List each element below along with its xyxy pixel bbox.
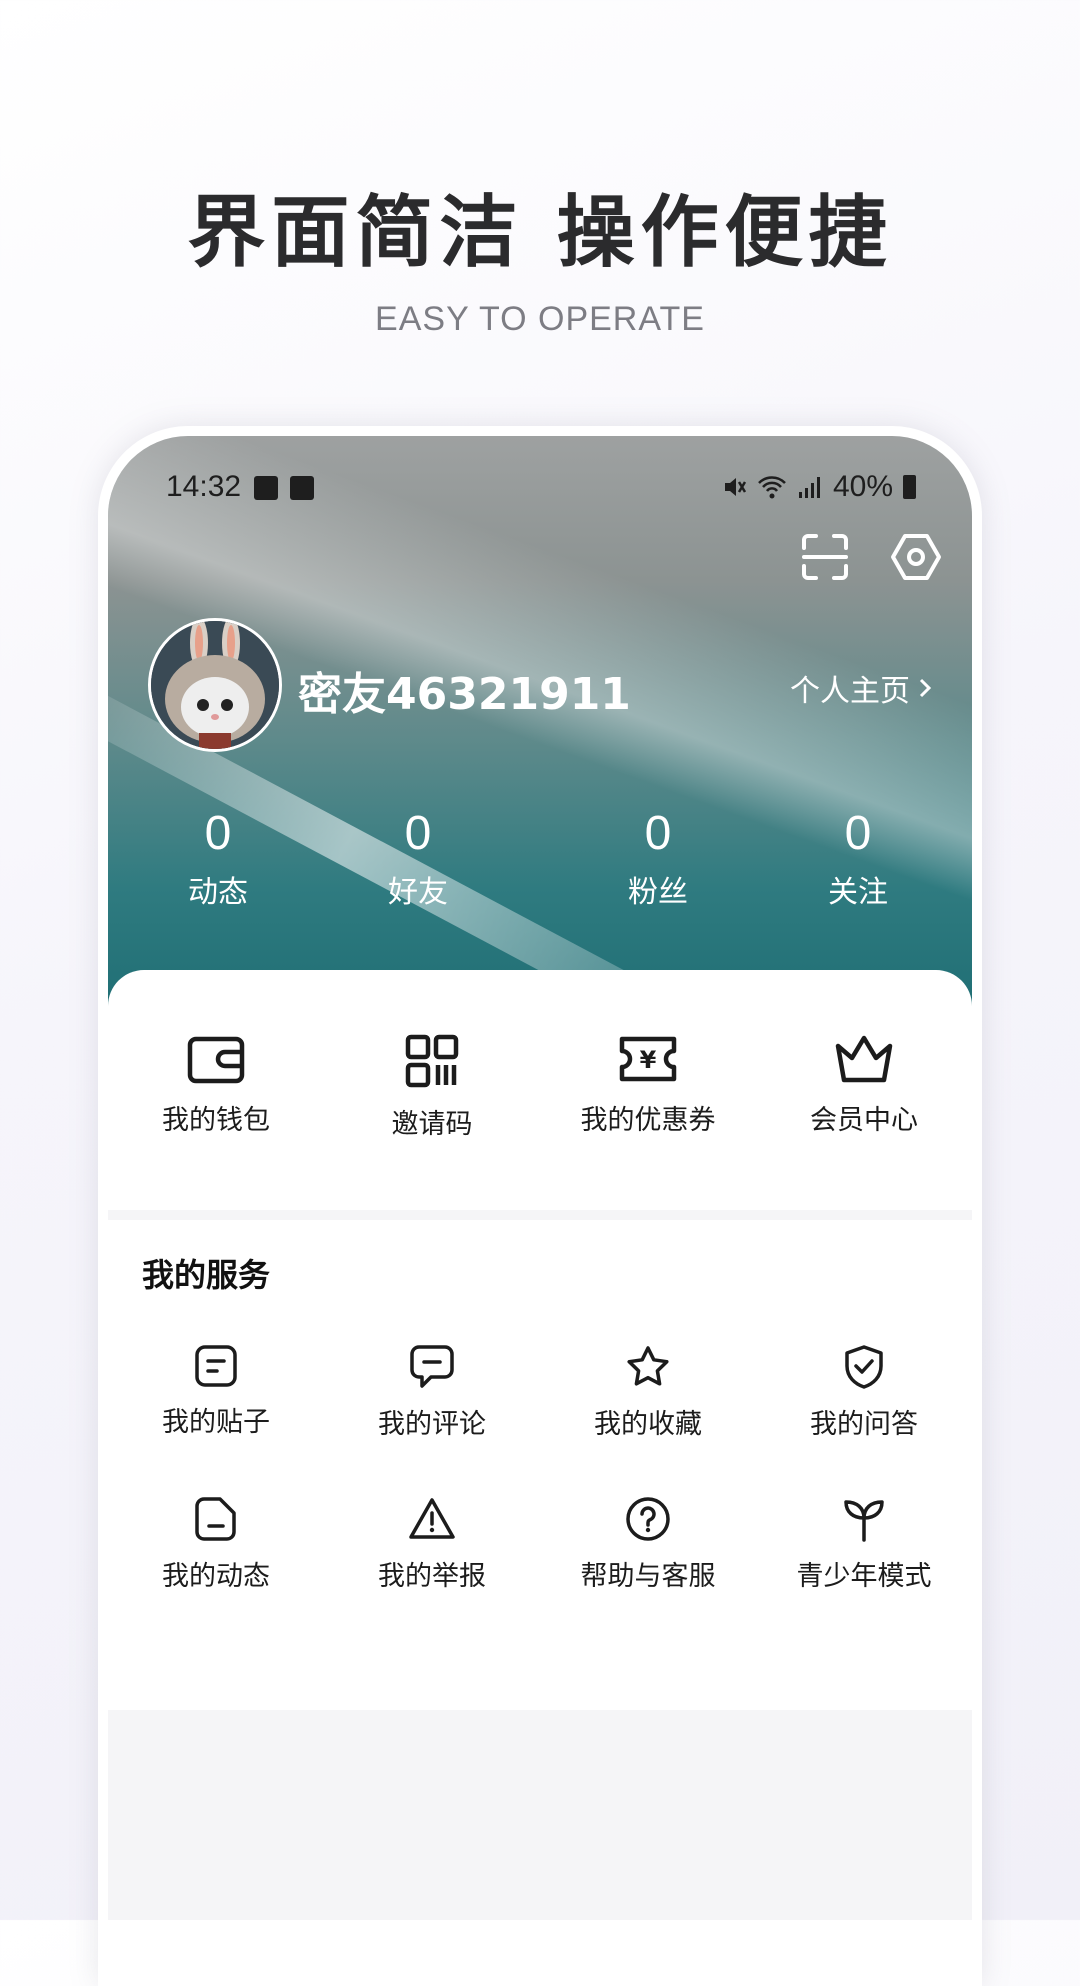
service-label: 青少年模式	[796, 1561, 932, 1592]
settings-icon[interactable]	[890, 532, 942, 582]
mute-icon	[724, 478, 747, 496]
quick-actions-card: 我的钱包 邀请码 ¥ 我的优惠券 会员中心	[108, 970, 972, 1210]
stat-label: 粉丝	[628, 875, 688, 910]
coupon-button[interactable]: ¥ 我的优惠券	[548, 1034, 748, 1137]
stat-following[interactable]: 0 关注	[778, 806, 938, 911]
quick-action-label: 我的优惠券	[580, 1105, 716, 1136]
stat-value: 0	[644, 807, 672, 860]
stat-posts[interactable]: 0 动态	[138, 806, 298, 911]
stat-value: 0	[844, 807, 872, 860]
personal-homepage-link[interactable]: 个人主页	[790, 666, 932, 710]
scan-icon[interactable]	[800, 532, 850, 582]
stat-fans[interactable]: 0 粉丝	[578, 806, 738, 911]
my-favorites-button[interactable]: 我的收藏	[548, 1344, 748, 1441]
status-right-group: 40%	[721, 470, 916, 504]
promo-subtitle: EASY TO OPERATE	[375, 300, 705, 338]
status-time: 14:32	[166, 470, 242, 503]
stat-value: 0	[204, 807, 232, 860]
my-posts-button[interactable]: 我的贴子	[116, 1344, 316, 1439]
chevron-right-icon	[919, 678, 932, 698]
avatar[interactable]	[148, 618, 282, 752]
wifi-icon	[758, 476, 786, 499]
bunny-avatar-image	[151, 621, 279, 749]
wallet-icon	[187, 1036, 245, 1084]
invite-code-button[interactable]: 邀请码	[332, 1034, 532, 1141]
stat-value: 0	[404, 807, 432, 860]
profile-header-background: 14:32 40% 密友46321911 个人主页 0 动态 0 好友 0 粉丝…	[108, 436, 972, 1117]
my-services-section: 我的服务 我的贴子 我的评论 我的收藏 我的问答 我的动态 我的举报 帮助与客服…	[108, 1220, 972, 1710]
quick-action-label: 邀请码	[391, 1109, 473, 1140]
services-title: 我的服务	[142, 1256, 271, 1294]
service-label: 我的收藏	[594, 1409, 702, 1440]
shield-check-icon	[845, 1345, 883, 1389]
personal-homepage-label: 个人主页	[790, 674, 910, 709]
star-icon	[627, 1346, 669, 1386]
post-icon	[195, 1345, 237, 1387]
teen-mode-button[interactable]: 青少年模式	[764, 1496, 964, 1593]
stat-label: 好友	[388, 875, 448, 910]
quick-action-label: 我的钱包	[162, 1105, 270, 1136]
help-support-button[interactable]: 帮助与客服	[548, 1496, 748, 1593]
profile-stats: 0 动态 0 好友 0 粉丝 0 关注	[108, 806, 972, 916]
phone-screen: 14:32 40% 密友46321911 个人主页 0 动态 0 好友 0 粉丝…	[108, 436, 972, 1920]
signal-icon	[798, 477, 820, 498]
svg-text:¥: ¥	[640, 1046, 657, 1074]
stat-label: 关注	[828, 875, 888, 910]
crown-icon	[835, 1035, 893, 1083]
sprout-icon	[844, 1500, 884, 1542]
my-comments-button[interactable]: 我的评论	[332, 1344, 532, 1441]
service-label: 我的问答	[810, 1409, 918, 1440]
my-reports-button[interactable]: 我的举报	[332, 1496, 532, 1593]
service-label: 我的动态	[162, 1561, 270, 1592]
checkbox-notification-icon	[290, 476, 314, 500]
promo-title: 界面简洁 操作便捷	[187, 188, 893, 278]
stat-label: 动态	[188, 875, 248, 910]
help-icon	[626, 1497, 670, 1541]
header-actions	[800, 532, 942, 582]
document-icon	[195, 1497, 236, 1541]
service-label: 我的贴子	[162, 1407, 270, 1438]
stat-friends[interactable]: 0 好友	[338, 806, 498, 911]
status-bar: 14:32 40%	[108, 466, 972, 516]
quick-action-label: 会员中心	[810, 1105, 918, 1136]
username: 密友46321911	[298, 669, 631, 720]
service-label: 我的评论	[378, 1409, 486, 1440]
wallet-button[interactable]: 我的钱包	[116, 1034, 316, 1137]
service-label: 帮助与客服	[580, 1561, 716, 1592]
service-label: 我的举报	[378, 1561, 486, 1592]
battery-icon	[903, 475, 916, 499]
battery-percent: 40%	[832, 470, 893, 503]
qr-code-icon	[405, 1034, 459, 1088]
comment-icon	[410, 1345, 454, 1388]
my-qa-button[interactable]: 我的问答	[764, 1344, 964, 1441]
my-activity-button[interactable]: 我的动态	[116, 1496, 316, 1593]
gallery-notification-icon	[254, 476, 278, 500]
membership-button[interactable]: 会员中心	[764, 1034, 964, 1137]
coupon-icon: ¥	[619, 1036, 677, 1082]
status-notification-icons	[254, 476, 314, 500]
warning-icon	[409, 1498, 455, 1539]
